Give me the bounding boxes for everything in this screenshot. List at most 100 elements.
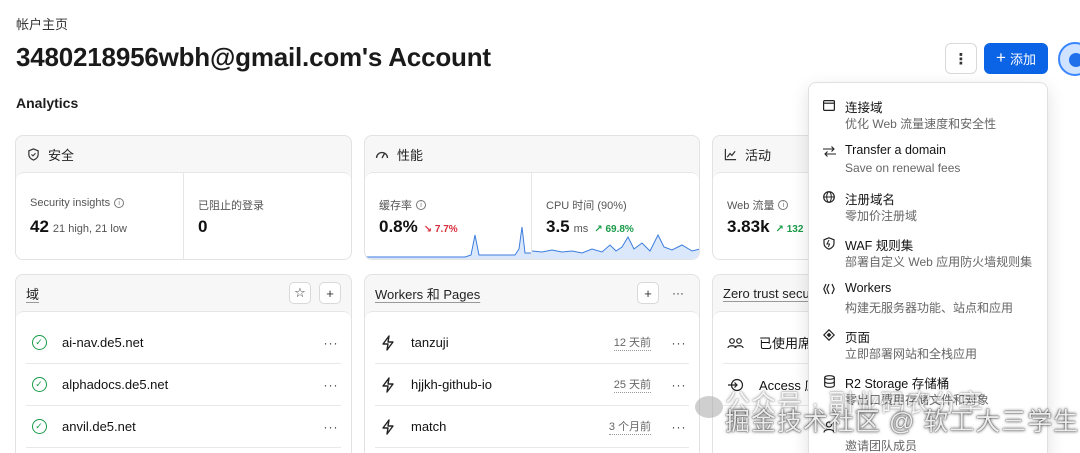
list-item[interactable]: hjjkh-github-io 25 天前 ··· bbox=[375, 364, 689, 406]
menu-item-title: WAF 规则集 bbox=[845, 239, 914, 253]
pages-icon bbox=[822, 328, 836, 342]
menu-item-desc: Save on renewal fees bbox=[845, 161, 961, 175]
menu-item-title: Transfer a domain bbox=[845, 143, 946, 157]
more-options-button[interactable]: ⋮ bbox=[945, 43, 977, 74]
blocked-logins-metric[interactable]: 已阻止的登录 0 bbox=[184, 173, 351, 259]
menu-item-workers[interactable]: Workers 构建无服务器功能、站点和应用 bbox=[809, 277, 1047, 323]
add-button-label: 添加 bbox=[1009, 52, 1036, 67]
cpu-time-sparkline bbox=[532, 233, 699, 259]
watermark: 公众号 · 副业码农分享 掘金技术社区 @ 软工大三学生 bbox=[695, 390, 1078, 450]
workers-card: Workers 和 Pages + ··· tanzuji 12 天前 ··· … bbox=[364, 274, 700, 453]
metric-value: 3.83k bbox=[727, 217, 770, 236]
metric-label: Web 流量 bbox=[727, 200, 775, 212]
window-icon bbox=[822, 98, 836, 112]
performance-card: 性能 缓存率 i 0.8% ↘ 7.7% CPU 时间 (90%) 3.5 ms ↗ 6… bbox=[364, 135, 700, 260]
list-item[interactable]: ✓ ai-nav.de5.net ··· bbox=[26, 322, 341, 364]
breadcrumb[interactable]: 帐户主页 bbox=[16, 14, 68, 33]
more-icon[interactable]: ··· bbox=[667, 286, 689, 300]
menu-item-title: 连接域 bbox=[845, 101, 883, 115]
menu-item-waf-rules[interactable]: WAF 规则集 部署自定义 Web 应用防火墙规则集 bbox=[809, 231, 1047, 277]
gauge-icon bbox=[375, 147, 389, 161]
menu-item-register-domain[interactable]: 注册域名 零加价注册域 bbox=[809, 185, 1047, 231]
domain-name: anvil.de5.net bbox=[62, 419, 136, 434]
info-icon[interactable]: i bbox=[114, 198, 125, 208]
row-more-icon[interactable]: ··· bbox=[321, 336, 341, 350]
row-more-icon[interactable]: ··· bbox=[321, 420, 341, 434]
activity-card-title: 活动 bbox=[745, 147, 772, 163]
workers-icon bbox=[379, 376, 397, 393]
check-circle-icon: ✓ bbox=[31, 419, 47, 434]
analytics-heading: Analytics bbox=[16, 95, 79, 111]
metric-label: 缓存率 bbox=[379, 200, 412, 212]
performance-card-title: 性能 bbox=[397, 147, 424, 163]
worker-name: hjjkh-github-io bbox=[411, 377, 492, 392]
add-worker-button[interactable]: + bbox=[637, 282, 659, 304]
menu-item-pages[interactable]: 页面 立即部署网站和全栈应用 bbox=[809, 323, 1047, 369]
shield-icon bbox=[822, 236, 836, 250]
workers-icon bbox=[379, 418, 397, 435]
metric-sub: 21 high, 21 low bbox=[52, 223, 127, 235]
domain-name: alphadocs.de5.net bbox=[62, 377, 169, 392]
add-domain-button[interactable]: + bbox=[319, 282, 341, 304]
updated-time: 25 天前 bbox=[613, 376, 651, 393]
metric-label: CPU 时间 (90%) bbox=[546, 200, 627, 212]
transfer-icon bbox=[822, 144, 836, 158]
menu-item-transfer-domain[interactable]: Transfer a domain Save on renewal fees bbox=[809, 139, 1047, 185]
security-insights-metric[interactable]: Security insights i 42 21 high, 21 low bbox=[16, 173, 183, 259]
domain-name: ai-nav.de5.net bbox=[62, 335, 144, 350]
cpu-time-metric[interactable]: CPU 时间 (90%) 3.5 ms ↗ 69.8% bbox=[532, 173, 699, 259]
globe-icon bbox=[822, 190, 836, 204]
check-circle-icon: ✓ bbox=[31, 335, 47, 350]
plus-icon: + bbox=[996, 48, 1006, 67]
row-more-icon[interactable]: ··· bbox=[669, 336, 689, 350]
updated-time: 12 天前 bbox=[613, 334, 651, 351]
list-item[interactable]: ✓ anvil.de5.net ··· bbox=[26, 406, 341, 448]
shield-icon bbox=[26, 147, 40, 161]
row-more-icon[interactable]: ··· bbox=[321, 378, 341, 392]
chart-icon bbox=[723, 147, 737, 161]
menu-item-title: 页面 bbox=[845, 331, 871, 345]
workers-icon bbox=[822, 282, 836, 296]
security-card-title: 安全 bbox=[48, 147, 75, 163]
security-card: 安全 Security insights i 42 21 high, 21 low … bbox=[15, 135, 352, 260]
cache-rate-metric[interactable]: 缓存率 i 0.8% ↘ 7.7% bbox=[365, 173, 531, 259]
metric-value: 0 bbox=[198, 217, 208, 236]
watermark-line-2: 掘金技术社区 @ 软工大三学生 bbox=[725, 408, 1080, 436]
add-button[interactable]: + 添加 bbox=[984, 43, 1048, 74]
info-icon[interactable]: i bbox=[416, 200, 426, 210]
row-more-icon[interactable]: ··· bbox=[669, 378, 689, 392]
domains-card: 域 ☆ + ✓ ai-nav.de5.net ··· ✓ alphadocs.d… bbox=[15, 274, 352, 453]
menu-item-title: Workers bbox=[845, 281, 892, 295]
worker-name: tanzuji bbox=[411, 335, 449, 350]
workers-icon bbox=[379, 334, 397, 351]
metric-delta: ↗ 132 bbox=[775, 224, 804, 235]
star-icon[interactable]: ☆ bbox=[289, 282, 311, 304]
avatar[interactable] bbox=[1058, 42, 1080, 76]
page-title: 3480218956wbh@gmail.com's Account bbox=[16, 42, 491, 72]
menu-item-desc: 立即部署网站和全栈应用 bbox=[845, 347, 978, 361]
users-icon bbox=[727, 337, 745, 349]
database-icon bbox=[822, 374, 836, 388]
list-item[interactable]: ✓ alphadocs.de5.net ··· bbox=[26, 364, 341, 406]
list-item[interactable]: match 3 个月前 ··· bbox=[375, 406, 689, 448]
row-more-icon[interactable]: ··· bbox=[669, 420, 689, 434]
workers-card-title[interactable]: Workers 和 Pages bbox=[375, 284, 629, 303]
updated-time: 3 个月前 bbox=[608, 418, 651, 435]
menu-item-desc: 构建无服务器功能、站点和应用 bbox=[845, 301, 1014, 315]
info-icon[interactable]: i bbox=[778, 200, 789, 210]
menu-item-title: 注册域名 bbox=[845, 193, 896, 207]
check-circle-icon: ✓ bbox=[31, 377, 47, 392]
worker-name: match bbox=[411, 419, 447, 434]
list-item[interactable]: tanzuji 12 天前 ··· bbox=[375, 322, 689, 364]
menu-item-desc: 优化 Web 流量速度和安全性 bbox=[845, 117, 997, 131]
menu-item-connect-domain[interactable]: 连接域 优化 Web 流量速度和安全性 bbox=[809, 93, 1047, 139]
domains-card-title[interactable]: 域 bbox=[26, 284, 281, 303]
watermark-logo-icon bbox=[695, 396, 723, 418]
metric-value: 42 bbox=[30, 217, 49, 236]
menu-item-desc: 部署自定义 Web 应用防火墙规则集 bbox=[845, 255, 1033, 269]
kebab-icon: ⋮ bbox=[953, 50, 969, 68]
cache-rate-sparkline bbox=[365, 226, 531, 259]
metric-label: 已阻止的登录 bbox=[198, 200, 264, 212]
metric-label: Security insights bbox=[30, 197, 111, 209]
menu-item-desc: 零加价注册域 bbox=[845, 209, 918, 223]
